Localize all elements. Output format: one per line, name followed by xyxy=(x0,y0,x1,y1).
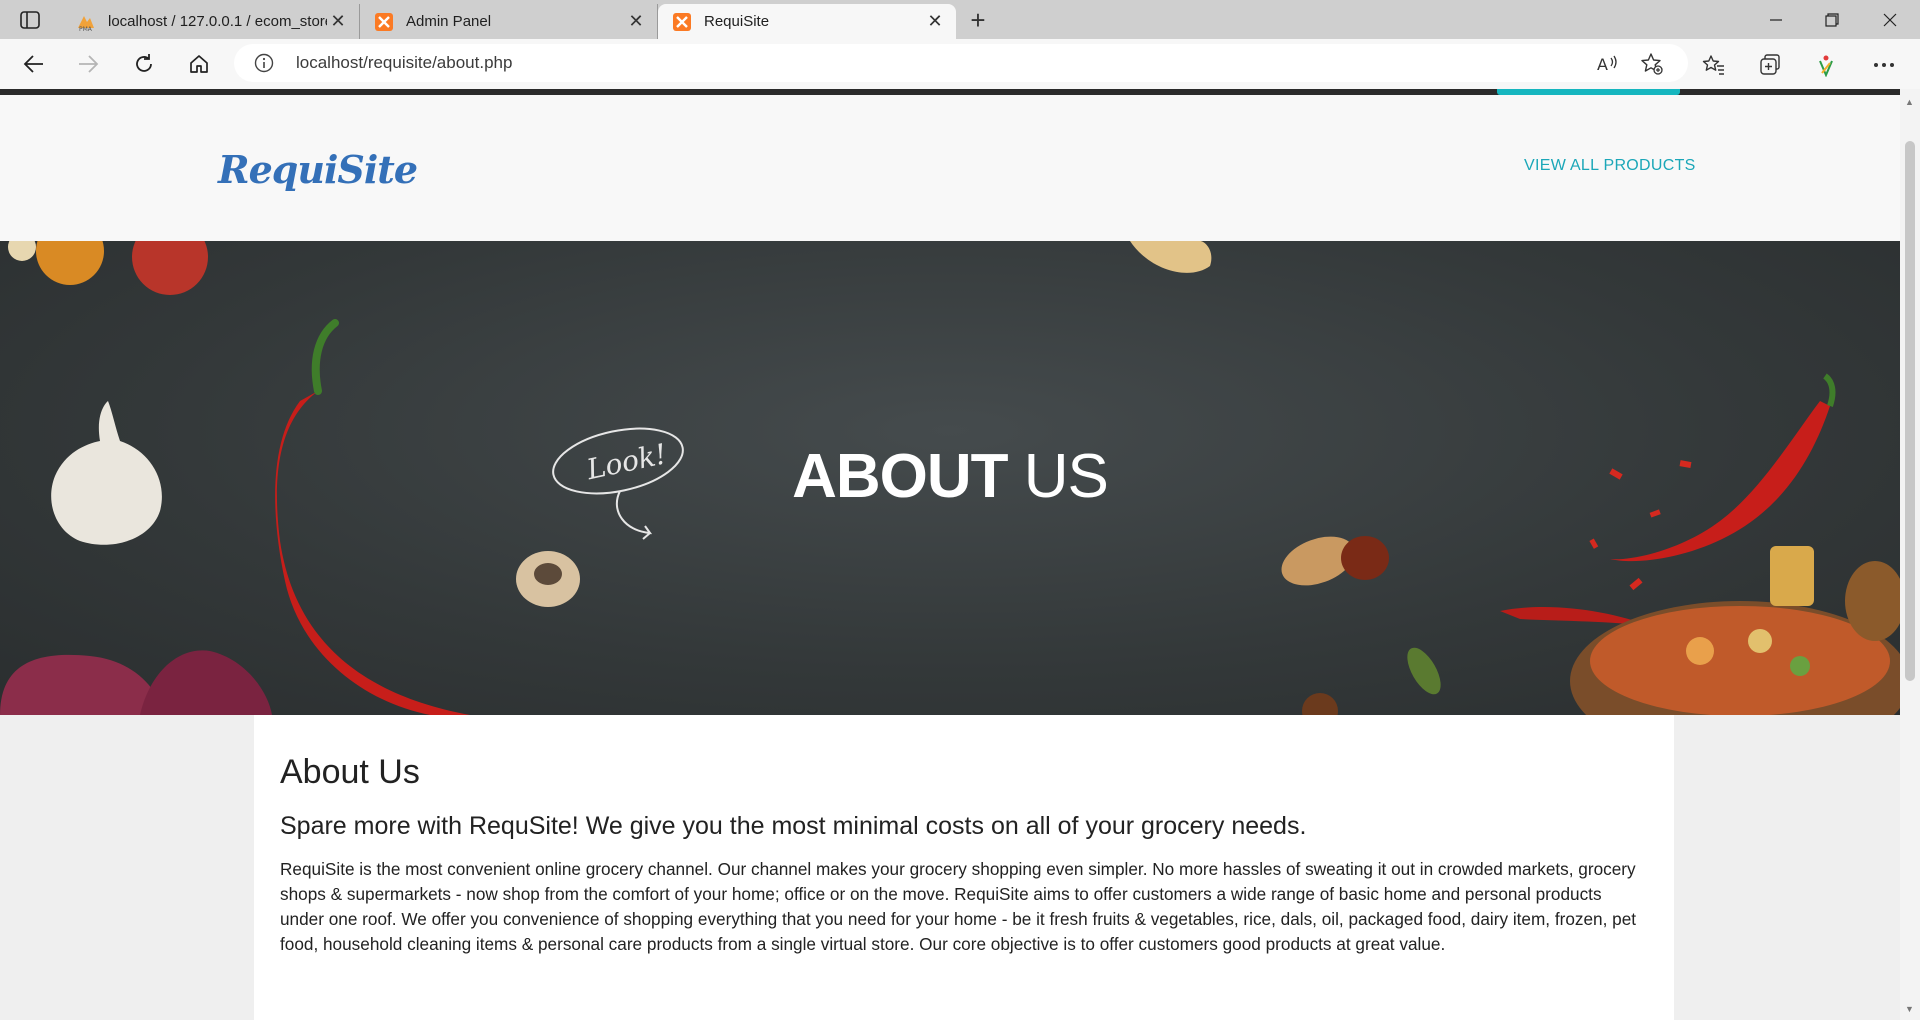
close-tab-icon[interactable]: ✕ xyxy=(327,11,349,33)
shell-icon xyxy=(1130,241,1212,273)
hero-title-rest: US xyxy=(1007,442,1109,511)
browser-toolbar: localhost/requisite/about.php A xyxy=(0,39,1920,89)
restore-button[interactable] xyxy=(1804,0,1860,39)
onion-icon-2 xyxy=(140,650,272,715)
chili-icon xyxy=(275,391,470,715)
add-favorite-icon[interactable] xyxy=(1640,52,1664,76)
tab-title: RequiSite xyxy=(704,13,770,30)
anise-icon xyxy=(1302,693,1338,715)
forward-arrow-icon xyxy=(79,55,99,73)
spice-bowl-1 xyxy=(36,241,104,285)
scrollbar-thumb[interactable] xyxy=(1905,141,1915,681)
page-viewport: RequiSite VIEW ALL PRODUCTS Look! ABOUT … xyxy=(0,89,1900,1020)
tab-actions-button[interactable] xyxy=(12,6,48,34)
back-arrow-icon xyxy=(23,55,43,73)
nut-icon xyxy=(1341,536,1389,580)
new-tab-button[interactable]: + xyxy=(962,5,994,35)
reload-icon xyxy=(136,54,152,72)
scroll-down-icon[interactable]: ▼ xyxy=(1905,1004,1914,1014)
minimize-icon xyxy=(1770,18,1782,21)
spice-bowl-2 xyxy=(132,241,208,295)
tab-admin-panel[interactable]: Admin Panel ✕ xyxy=(360,4,658,39)
tab-bar: PMA localhost / 127.0.0.1 / ecom_store ✕… xyxy=(0,0,1920,39)
spice-seed xyxy=(8,241,36,261)
leaf-icon xyxy=(1407,647,1441,695)
svg-text:PMA: PMA xyxy=(79,26,93,32)
tab-phpmyadmin[interactable]: PMA localhost / 127.0.0.1 / ecom_store ✕ xyxy=(62,4,360,39)
home-icon xyxy=(190,55,208,73)
site-header: RequiSite VIEW ALL PRODUCTS xyxy=(0,95,1900,241)
hero-banner: Look! ABOUT US xyxy=(0,241,1900,715)
about-heading: About Us xyxy=(280,753,420,791)
close-window-button[interactable] xyxy=(1862,0,1918,39)
about-paragraph: RequiSite is the most convenient online … xyxy=(280,859,1637,954)
url-text[interactable]: localhost/requisite/about.php xyxy=(296,53,512,73)
scroll-up-icon[interactable]: ▲ xyxy=(1905,97,1914,107)
extension-icon[interactable] xyxy=(1812,51,1840,79)
chili-stem-icon xyxy=(311,319,339,395)
close-tab-icon[interactable]: ✕ xyxy=(924,11,946,33)
back-button[interactable] xyxy=(16,47,52,81)
reload-button[interactable] xyxy=(126,47,162,81)
site-logo[interactable]: RequiSite xyxy=(218,147,418,192)
page-scrollbar[interactable]: ▲ ▼ xyxy=(1900,89,1920,1020)
tab-requisite[interactable]: RequiSite ✕ xyxy=(658,4,956,39)
xampp-icon xyxy=(374,12,394,32)
tab-title: Admin Panel xyxy=(406,13,492,30)
forward-button[interactable] xyxy=(70,47,106,81)
tab-title: localhost / 127.0.0.1 / ecom_store xyxy=(108,13,327,30)
close-icon xyxy=(1883,13,1897,26)
close-tab-icon[interactable]: ✕ xyxy=(625,11,647,33)
jar-icon xyxy=(1770,546,1814,606)
more-menu-icon[interactable] xyxy=(1870,51,1898,79)
minimize-button[interactable] xyxy=(1748,0,1804,39)
view-all-products-link[interactable]: VIEW ALL PRODUCTS xyxy=(1524,157,1696,175)
hero-title-bold: ABOUT xyxy=(792,442,1008,511)
about-content-card: About Us Spare more with RequSite! We gi… xyxy=(254,715,1674,1020)
address-bar[interactable]: localhost/requisite/about.php A xyxy=(234,44,1688,82)
favorites-icon[interactable] xyxy=(1700,51,1728,79)
xampp-icon xyxy=(672,12,692,32)
svg-text:A: A xyxy=(1597,55,1608,74)
info-icon[interactable] xyxy=(254,53,274,73)
tab-actions-icon xyxy=(20,11,40,29)
onion-icon xyxy=(0,654,165,715)
hero-title: ABOUT US xyxy=(0,441,1900,512)
phpmyadmin-icon: PMA xyxy=(76,12,96,32)
home-button[interactable] xyxy=(181,47,217,81)
restore-icon xyxy=(1825,12,1839,27)
collections-icon[interactable] xyxy=(1756,51,1784,79)
about-subheading: Spare more with RequSite! We give you th… xyxy=(280,812,1307,840)
read-aloud-icon[interactable]: A xyxy=(1596,52,1620,76)
